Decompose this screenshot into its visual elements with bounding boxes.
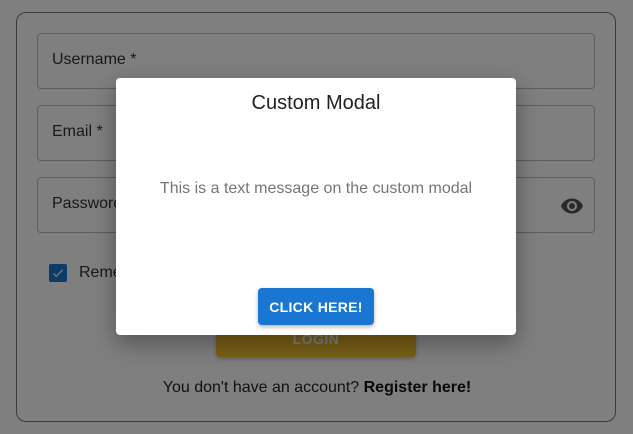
custom-modal: Custom Modal This is a text message on t…	[116, 78, 516, 335]
modal-message: This is a text message on the custom mod…	[159, 180, 473, 197]
click-here-button[interactable]: CLICK HERE!	[258, 288, 374, 325]
modal-title: Custom Modal	[251, 92, 381, 114]
login-page: Username * Email * Password Remember me …	[0, 0, 633, 434]
